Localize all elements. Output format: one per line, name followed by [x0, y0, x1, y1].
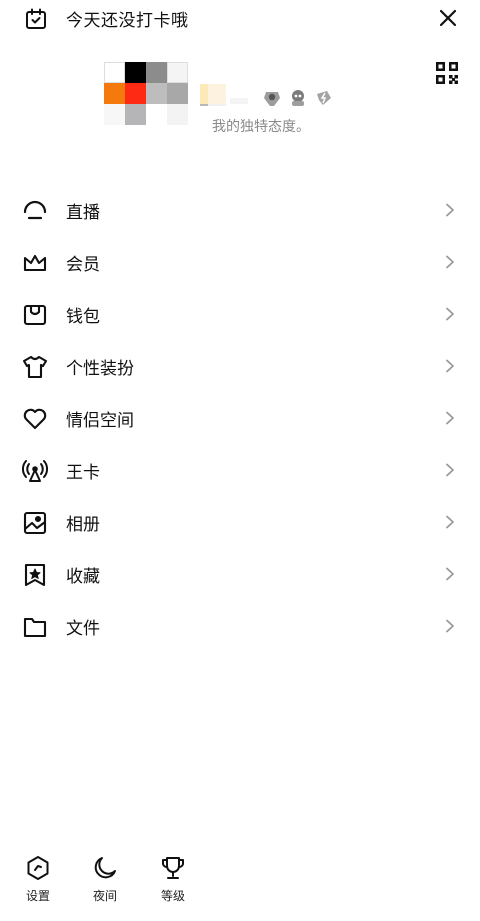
trophy-icon — [160, 855, 186, 881]
menu-item-wallet[interactable]: 钱包 — [0, 288, 480, 340]
chevron-right-icon — [444, 619, 456, 633]
menu-item-vip[interactable]: 会员 — [0, 236, 480, 288]
menu-label-personalize: 个性装扮 — [66, 358, 134, 379]
penguin-badge-icon — [262, 88, 282, 108]
signature-text: 我的独特态度。 — [212, 119, 310, 135]
robot-badge-icon — [288, 88, 308, 108]
checkin-row[interactable]: 今天还没打卡哦 — [24, 6, 189, 31]
crown-icon — [22, 250, 48, 276]
menu-item-live[interactable]: 直播 — [0, 184, 480, 236]
menu-item-couple-space[interactable]: 情侣空间 — [0, 392, 480, 444]
signal-tower-icon — [22, 458, 48, 484]
menu-label-live: 直播 — [66, 202, 100, 223]
nickname-pixelated[interactable] — [200, 84, 256, 106]
heart-icon — [22, 406, 48, 432]
settings-button[interactable]: 设置 — [8, 855, 68, 904]
photo-album-icon — [22, 510, 48, 536]
wallet-icon — [22, 302, 48, 328]
bookmark-star-icon — [22, 562, 48, 588]
close-button[interactable] — [436, 6, 460, 30]
side-menu: 直播 会员 钱包 个性装扮 情侣空间 王卡 相册 收藏 文件 — [0, 184, 480, 652]
avatar[interactable] — [104, 62, 190, 125]
badge-row[interactable] — [262, 88, 334, 108]
settings-label: 设置 — [25, 889, 50, 903]
tshirt-icon — [22, 354, 48, 380]
level-button[interactable]: 等级 — [143, 855, 203, 904]
level-label: 等级 — [160, 889, 185, 903]
moon-icon — [92, 855, 118, 881]
chevron-right-icon — [444, 255, 456, 269]
chevron-right-icon — [444, 411, 456, 425]
menu-label-album: 相册 — [66, 514, 100, 535]
menu-label-wallet: 钱包 — [66, 306, 100, 327]
qr-code-icon[interactable] — [436, 62, 458, 84]
close-icon — [436, 6, 460, 30]
menu-label-couple-space: 情侣空间 — [66, 410, 134, 431]
calendar-check-icon — [24, 7, 48, 31]
night-label: 夜间 — [92, 889, 117, 903]
lightning-badge-icon — [314, 88, 334, 108]
menu-item-files[interactable]: 文件 — [0, 600, 480, 652]
bottom-bar: 设置 夜间 等级 — [0, 855, 480, 921]
folder-icon — [22, 614, 48, 640]
menu-item-king-card[interactable]: 王卡 — [0, 444, 480, 496]
menu-label-files: 文件 — [66, 618, 100, 639]
chevron-right-icon — [444, 567, 456, 581]
chevron-right-icon — [444, 463, 456, 477]
settings-icon — [25, 855, 51, 881]
chevron-right-icon — [444, 515, 456, 529]
chevron-right-icon — [444, 203, 456, 217]
chevron-right-icon — [444, 307, 456, 321]
menu-item-favorites[interactable]: 收藏 — [0, 548, 480, 600]
night-mode-button[interactable]: 夜间 — [75, 855, 135, 904]
live-icon — [22, 198, 48, 224]
menu-label-favorites: 收藏 — [66, 566, 100, 587]
chevron-right-icon — [444, 359, 456, 373]
menu-item-personalize[interactable]: 个性装扮 — [0, 340, 480, 392]
menu-label-king-card: 王卡 — [66, 462, 100, 483]
menu-label-vip: 会员 — [66, 254, 100, 275]
checkin-text: 今天还没打卡哦 — [66, 11, 189, 31]
menu-item-album[interactable]: 相册 — [0, 496, 480, 548]
